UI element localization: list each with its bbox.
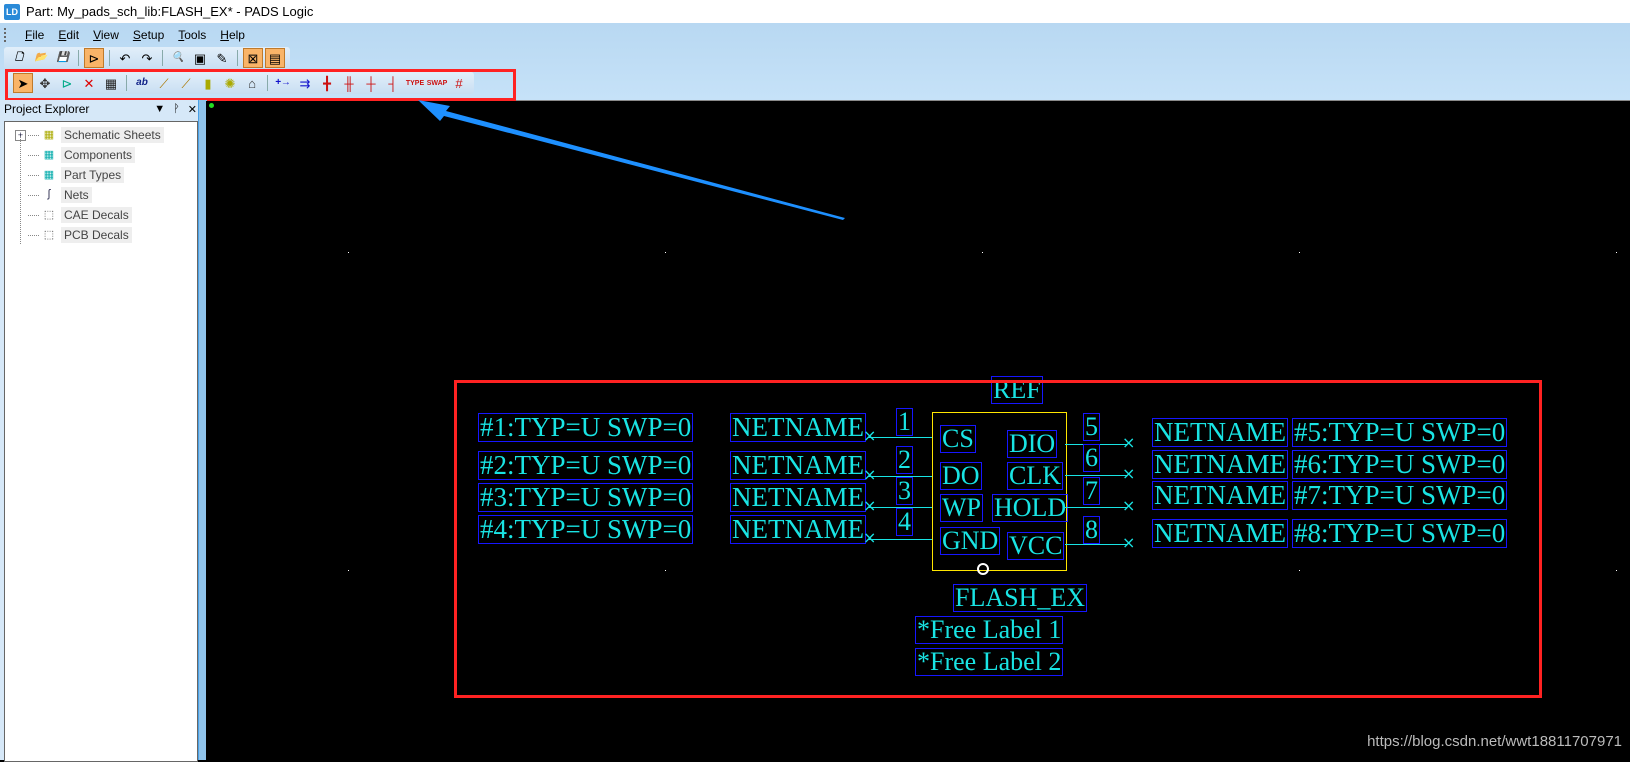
title-bar: LD Part: My_pads_sch_lib:FLASH_EX* - PAD…	[0, 0, 1630, 23]
wizard-icon: ✎	[216, 50, 228, 66]
tree-connector	[28, 174, 39, 176]
menu-help[interactable]: Help	[213, 28, 252, 42]
new-button[interactable]: 🗋	[9, 48, 29, 68]
part-editor-icon: ⊳	[88, 50, 100, 66]
grid-point	[1616, 570, 1617, 571]
grid-point	[348, 570, 349, 571]
tree-item-pcb-decals[interactable]: ⬚ PCB Decals	[15, 226, 132, 244]
toolbar-highlight-box	[5, 69, 516, 101]
new-icon: 🗋	[14, 52, 24, 63]
edit-graphics-button[interactable]: ⊠	[243, 48, 263, 68]
explorer-tree: + ▦ Schematic Sheets ▦ Components ▦ Part Types…	[4, 121, 198, 762]
dropdown-icon[interactable]: ▼	[154, 103, 165, 116]
watermark: https://blog.csdn.net/wwt18811707971	[1367, 733, 1622, 750]
components-icon: ▦	[43, 149, 55, 161]
tree-item-label: PCB Decals	[61, 227, 132, 243]
pin-icon[interactable]: ᚹ	[173, 103, 180, 116]
grid-point	[665, 252, 666, 253]
pads-logic-icon: LD	[4, 3, 20, 20]
toolbar-separator	[109, 50, 110, 66]
menu-label-rest: iew	[100, 28, 119, 42]
open-icon: 📂	[34, 52, 48, 63]
tree-connector	[28, 194, 39, 196]
menu-mnemonic: V	[93, 28, 101, 42]
tree-item-label: CAE Decals	[61, 207, 132, 223]
part-editor-button[interactable]: ⊳	[84, 48, 104, 68]
menu-label-rest: elp	[228, 28, 245, 42]
menu-grip[interactable]	[4, 28, 14, 42]
save-icon: 💾	[56, 52, 70, 63]
menu-edit[interactable]: Edit	[51, 28, 86, 42]
menu-setup[interactable]: Setup	[126, 28, 171, 42]
wizard-button[interactable]: ✎	[212, 48, 232, 68]
menu-label-rest: ools	[184, 28, 207, 42]
part-types-icon: ▦	[43, 169, 55, 181]
tree-connector	[28, 234, 39, 236]
menu-tools[interactable]: Tools	[171, 28, 213, 42]
standard-toolbar: 🗋 📂 💾 ⊳ ↶ ↷ 🔍 ▣ ✎ ⊠ ▤	[4, 47, 290, 69]
explorer-title: Project Explorer	[4, 102, 90, 116]
undo-button[interactable]: ↶	[115, 48, 135, 68]
zoom-button[interactable]: 🔍	[168, 48, 188, 68]
edit-graphics-icon: ⊠	[247, 50, 259, 66]
save-button[interactable]: 💾	[53, 48, 73, 68]
menu-label-rest: etup	[140, 28, 165, 42]
project-explorer: Project Explorer ▼ ᚹ ✕ + ▦ Schematic Sheet…	[0, 100, 205, 762]
zoom-icon: 🔍	[171, 52, 185, 63]
redo-icon: ↷	[141, 50, 153, 66]
menu-mnemonic: H	[220, 28, 229, 42]
tree-connector	[28, 134, 39, 136]
menu-view[interactable]: View	[86, 28, 126, 42]
explorer-header: Project Explorer ▼ ᚹ ✕	[0, 100, 205, 118]
grid-point	[1616, 252, 1617, 253]
schematic-sheets-icon: ▦	[43, 129, 55, 141]
grid-point	[982, 252, 983, 253]
properties-button[interactable]: ▣	[190, 48, 210, 68]
grid-point	[1299, 252, 1300, 253]
toolbar-separator	[162, 50, 163, 66]
close-icon[interactable]: ✕	[188, 103, 197, 116]
properties-icon: ▣	[193, 50, 207, 66]
toolbar-separator	[78, 50, 79, 66]
tree-item-schematic-sheets[interactable]: + ▦ Schematic Sheets	[15, 126, 164, 144]
tree-item-label: Nets	[61, 187, 92, 203]
grid-point	[348, 252, 349, 253]
expand-icon[interactable]: +	[15, 129, 26, 141]
tree-item-label: Part Types	[61, 167, 125, 183]
tree-connector	[28, 154, 39, 156]
menu-mnemonic: S	[132, 28, 141, 42]
open-button[interactable]: 📂	[31, 48, 51, 68]
tree-item-part-types[interactable]: ▦ Part Types	[15, 166, 125, 184]
edit-electrical-icon: ▤	[268, 50, 282, 66]
cae-decals-icon: ⬚	[43, 209, 55, 221]
part-highlight-box	[454, 380, 1542, 698]
tree-item-label: Schematic Sheets	[61, 127, 164, 143]
origin-marker	[209, 103, 214, 108]
toolbar-separator	[237, 50, 238, 66]
redo-button[interactable]: ↷	[137, 48, 157, 68]
pcb-decals-icon: ⬚	[43, 229, 55, 241]
menu-bar: File Edit View Setup Tools Help	[0, 25, 252, 45]
tree-item-cae-decals[interactable]: ⬚ CAE Decals	[15, 206, 132, 224]
edit-electrical-button[interactable]: ▤	[265, 48, 285, 68]
window-title: Part: My_pads_sch_lib:FLASH_EX* - PADS L…	[26, 4, 314, 19]
menu-label-rest: ile	[32, 28, 45, 42]
tree-item-label: Components	[61, 147, 136, 163]
tree-item-nets[interactable]: ʃ Nets	[15, 186, 92, 204]
nets-icon: ʃ	[47, 188, 51, 200]
undo-icon: ↶	[119, 50, 131, 66]
menu-file[interactable]: File	[18, 28, 51, 42]
menu-label-rest: dit	[66, 28, 80, 42]
tree-connector	[28, 214, 39, 216]
tree-item-components[interactable]: ▦ Components	[15, 146, 136, 164]
